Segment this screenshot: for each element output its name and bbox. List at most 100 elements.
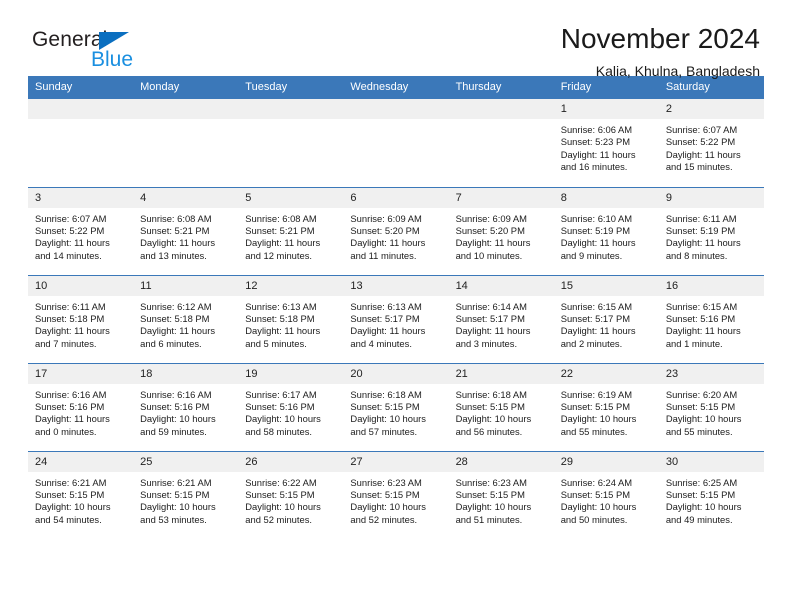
day-number: 25 [133,451,239,472]
sunrise-text: Sunrise: 6:09 AM [455,212,527,224]
day-number: 13 [343,275,449,296]
calendar-day-cell[interactable]: 3 Sunrise: 6:07 AM Sunset: 5:22 PM Daylight… [28,186,134,275]
sunrise-text: Sunrise: 6:21 AM [35,476,107,488]
calendar-day-cell[interactable]: 11 Sunrise: 6:12 AM Sunset: 5:18 PM Dayligh… [133,274,239,363]
calendar-day-cell[interactable]: 28 Sunrise: 6:23 AM Sunset: 5:15 PM Dayligh… [448,450,554,539]
calendar-day-cell[interactable]: 22 Sunrise: 6:19 AM Sunset: 5:15 PM Dayligh… [553,362,659,451]
day-sun-info: Sunrise: 6:25 AM Sunset: 5:15 PM Daylight:… [659,472,764,527]
day-sun-info: Sunrise: 6:09 AM Sunset: 5:20 PM Daylight:… [449,208,554,263]
day-number [343,99,449,119]
day-sun-info: Sunrise: 6:22 AM Sunset: 5:15 PM Daylight:… [238,472,343,527]
calendar-day-cell[interactable]: 17 Sunrise: 6:16 AM Sunset: 5:16 PM Dayligh… [28,362,134,451]
sunrise-text: Sunrise: 6:11 AM [665,212,737,224]
day-number: 27 [343,451,449,472]
day-sun-info: Sunrise: 6:07 AM Sunset: 5:22 PM Daylight:… [28,208,133,263]
calendar-page: General Blue November 2024 Kalia, Khulna… [0,0,792,612]
sunset-text: Sunset: 5:15 PM [35,488,105,500]
daylight-text: Daylight: 10 hours and 57 minutes. [350,413,426,437]
day-sun-info: Sunrise: 6:13 AM Sunset: 5:18 PM Daylight:… [238,296,343,351]
calendar-day-cell[interactable]: 10 Sunrise: 6:11 AM Sunset: 5:18 PM Dayligh… [28,274,134,363]
day-sun-info: Sunrise: 6:21 AM Sunset: 5:15 PM Daylight:… [28,472,133,527]
sunrise-text: Sunrise: 6:13 AM [350,300,422,312]
sunset-text: Sunset: 5:22 PM [35,224,105,236]
calendar-day-cell[interactable]: 6 Sunrise: 6:09 AM Sunset: 5:20 PM Daylight… [343,186,449,275]
day-number: 6 [343,187,449,208]
calendar-day-cell[interactable]: 30 Sunrise: 6:25 AM Sunset: 5:15 PM Dayligh… [658,450,764,539]
calendar-cell-empty [28,99,134,187]
sunset-text: Sunset: 5:18 PM [245,312,315,324]
sunset-text: Sunset: 5:15 PM [560,400,631,412]
sunset-text: Sunset: 5:15 PM [140,488,210,500]
calendar-day-cell[interactable]: 26 Sunrise: 6:22 AM Sunset: 5:15 PM Dayligh… [238,450,344,539]
sunrise-text: Sunrise: 6:11 AM [35,300,106,312]
daylight-text: Daylight: 11 hours and 4 minutes. [350,325,426,349]
calendar-day-cell[interactable]: 2 Sunrise: 6:07 AM Sunset: 5:22 PM Daylight… [658,99,764,187]
weekday-header-sunday: Sunday [28,76,134,99]
calendar-day-cell[interactable]: 8 Sunrise: 6:10 AM Sunset: 5:19 PM Daylight… [553,186,659,275]
weekday-header-tuesday: Tuesday [238,76,344,99]
calendar-day-cell[interactable]: 9 Sunrise: 6:11 AM Sunset: 5:19 PM Daylight… [658,186,764,275]
sunrise-text: Sunrise: 6:13 AM [245,300,317,312]
daylight-text: Daylight: 11 hours and 14 minutes. [35,237,110,261]
calendar-day-cell[interactable]: 24 Sunrise: 6:21 AM Sunset: 5:15 PM Dayligh… [28,450,134,539]
calendar-day-cell[interactable]: 19 Sunrise: 6:17 AM Sunset: 5:16 PM Dayligh… [238,362,344,451]
sunset-text: Sunset: 5:16 PM [665,312,736,324]
sunrise-text: Sunrise: 6:16 AM [35,388,107,400]
day-sun-info: Sunrise: 6:21 AM Sunset: 5:15 PM Daylight:… [133,472,238,527]
sunset-text: Sunset: 5:15 PM [350,488,420,500]
calendar-day-cell[interactable]: 20 Sunrise: 6:18 AM Sunset: 5:15 PM Dayligh… [343,362,449,451]
calendar-week-row: 3 Sunrise: 6:07 AM Sunset: 5:22 PM Daylight… [28,186,764,275]
calendar-day-cell[interactable]: 16 Sunrise: 6:15 AM Sunset: 5:16 PM Dayligh… [658,274,764,363]
day-number: 18 [133,363,239,384]
daylight-text: Daylight: 10 hours and 55 minutes. [560,413,637,437]
calendar-day-cell[interactable]: 7 Sunrise: 6:09 AM Sunset: 5:20 PM Daylight… [448,186,554,275]
calendar-day-cell[interactable]: 25 Sunrise: 6:21 AM Sunset: 5:15 PM Dayligh… [133,450,239,539]
calendar-day-cell[interactable]: 15 Sunrise: 6:15 AM Sunset: 5:17 PM Dayligh… [553,274,659,363]
day-number: 16 [658,275,764,296]
sunset-text: Sunset: 5:19 PM [665,224,736,236]
day-sun-info: Sunrise: 6:14 AM Sunset: 5:17 PM Daylight:… [449,296,554,351]
calendar-day-cell[interactable]: 29 Sunrise: 6:24 AM Sunset: 5:15 PM Dayligh… [553,450,659,539]
page-header: General Blue November 2024 Kalia, Khulna… [28,0,764,79]
weekday-header-thursday: Thursday [448,76,554,99]
calendar-day-cell[interactable]: 21 Sunrise: 6:18 AM Sunset: 5:15 PM Dayligh… [448,362,554,451]
calendar-day-cell[interactable]: 18 Sunrise: 6:16 AM Sunset: 5:16 PM Dayligh… [133,362,239,451]
calendar-day-cell[interactable]: 12 Sunrise: 6:13 AM Sunset: 5:18 PM Dayligh… [238,274,344,363]
sunrise-text: Sunrise: 6:17 AM [245,388,317,400]
daylight-text: Daylight: 11 hours and 15 minutes. [665,148,741,173]
calendar-day-cell[interactable]: 27 Sunrise: 6:23 AM Sunset: 5:15 PM Dayligh… [343,450,449,539]
calendar-day-cell[interactable]: 13 Sunrise: 6:13 AM Sunset: 5:17 PM Dayligh… [343,274,449,363]
title-block: November 2024 Kalia, Khulna, Bangladesh [561,22,760,81]
calendar-day-cell[interactable]: 14 Sunrise: 6:14 AM Sunset: 5:17 PM Dayligh… [448,274,554,363]
day-number: 4 [133,187,239,208]
day-number: 24 [28,451,134,472]
calendar-week-row: 1 Sunrise: 6:06 AM Sunset: 5:23 PM Daylight… [28,99,764,187]
general-blue-logo[interactable]: General Blue [32,28,202,78]
day-sun-info: Sunrise: 6:17 AM Sunset: 5:16 PM Daylight:… [238,384,343,439]
daylight-text: Daylight: 10 hours and 55 minutes. [665,413,742,437]
sunset-text: Sunset: 5:21 PM [245,224,315,236]
day-sun-info: Sunrise: 6:18 AM Sunset: 5:15 PM Daylight:… [449,384,554,439]
day-number: 23 [658,363,764,384]
day-number: 26 [238,451,344,472]
sunset-text: Sunset: 5:23 PM [560,136,631,148]
day-number: 5 [238,187,344,208]
day-sun-info: Sunrise: 6:23 AM Sunset: 5:15 PM Daylight:… [343,472,448,527]
calendar-day-cell[interactable]: 23 Sunrise: 6:20 AM Sunset: 5:15 PM Dayligh… [658,362,764,451]
sunrise-text: Sunrise: 6:16 AM [140,388,212,400]
daylight-text: Daylight: 10 hours and 59 minutes. [140,413,216,437]
day-sun-info: Sunrise: 6:07 AM Sunset: 5:22 PM Daylight:… [659,119,764,174]
daylight-text: Daylight: 10 hours and 49 minutes. [665,501,742,525]
daylight-text: Daylight: 10 hours and 52 minutes. [245,501,321,525]
day-sun-info: Sunrise: 6:16 AM Sunset: 5:16 PM Daylight:… [28,384,133,439]
sunrise-text: Sunrise: 6:22 AM [245,476,317,488]
daylight-text: Daylight: 11 hours and 8 minutes. [665,237,741,261]
day-number: 28 [448,451,554,472]
day-sun-info: Sunrise: 6:11 AM Sunset: 5:18 PM Daylight:… [28,296,133,351]
day-number: 21 [448,363,554,384]
sunrise-text: Sunrise: 6:19 AM [560,388,633,400]
calendar-day-cell[interactable]: 1 Sunrise: 6:06 AM Sunset: 5:23 PM Daylight… [553,99,659,187]
calendar-day-cell[interactable]: 5 Sunrise: 6:08 AM Sunset: 5:21 PM Daylight… [238,186,344,275]
calendar-week-row: 10 Sunrise: 6:11 AM Sunset: 5:18 PM Dayligh… [28,274,764,363]
calendar-day-cell[interactable]: 4 Sunrise: 6:08 AM Sunset: 5:21 PM Daylight… [133,186,239,275]
